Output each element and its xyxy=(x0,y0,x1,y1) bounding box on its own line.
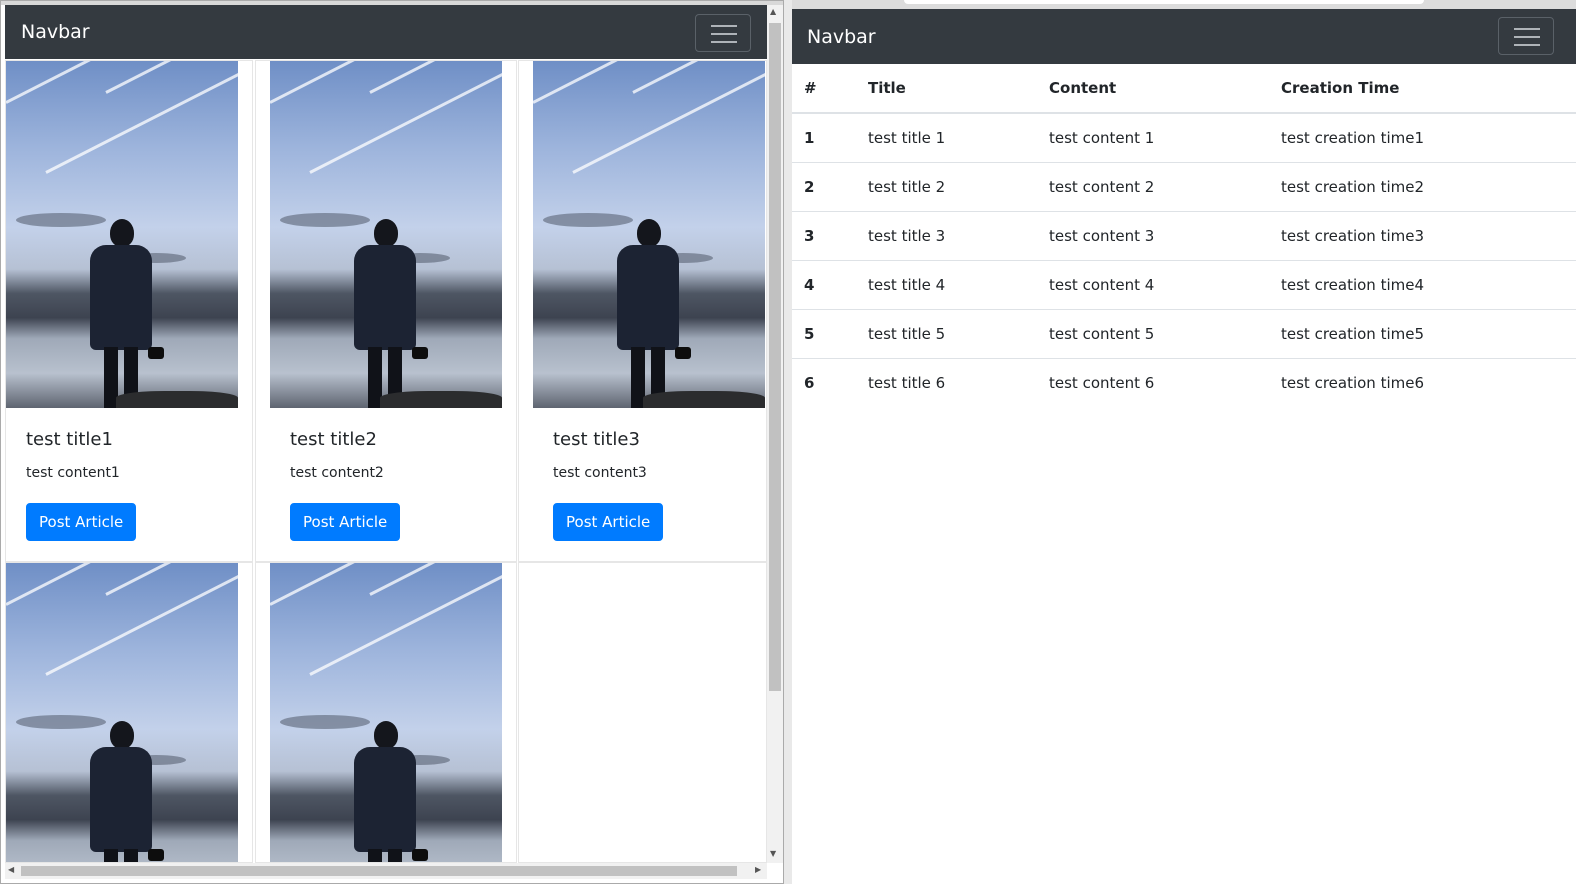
article-card: test title3 test content3 Post Article xyxy=(518,60,767,562)
row-number: 3 xyxy=(792,210,856,260)
row-creation-time: test creation time1 xyxy=(1281,128,1425,147)
left-navbar: Navbar xyxy=(5,5,767,59)
card-title: test title1 xyxy=(26,429,113,450)
column-header-content: Content xyxy=(1037,64,1269,114)
card-image xyxy=(6,563,238,862)
table-row: 3 test title 3 test content 3 test creat… xyxy=(792,210,1576,260)
row-content: test content 5 xyxy=(1037,308,1269,358)
right-navbar: Navbar xyxy=(792,9,1576,64)
vertical-scrollbar[interactable]: ▲ ▼ xyxy=(767,5,783,863)
row-title: test title 5 xyxy=(856,308,1037,358)
person-silhouette xyxy=(348,721,428,862)
navbar-brand[interactable]: Navbar xyxy=(21,21,90,43)
card-title: test title3 xyxy=(553,429,640,450)
article-card xyxy=(5,562,253,863)
row-content: test content 1 xyxy=(1049,128,1155,147)
article-card: test title1 test content1 Post Article xyxy=(5,60,253,562)
card-title: test title2 xyxy=(290,429,377,450)
row-number: 6 xyxy=(792,357,856,407)
row-creation-time: test creation time6 xyxy=(1269,357,1576,407)
scrollbar-thumb[interactable] xyxy=(21,866,737,876)
scroll-down-arrow-icon[interactable]: ▼ xyxy=(770,849,776,858)
row-number: 5 xyxy=(792,308,856,358)
address-bar-edge xyxy=(904,0,1424,4)
hamburger-icon xyxy=(1514,28,1540,30)
row-content: test content 6 xyxy=(1037,357,1269,407)
row-content: test content 2 xyxy=(1037,161,1269,211)
card-image xyxy=(270,563,502,862)
right-browser-window: Navbar # Title Content Creation Time 1 t… xyxy=(792,0,1576,884)
column-header-number: # xyxy=(792,64,856,114)
row-creation-time: test creation time2 xyxy=(1269,161,1576,211)
row-title: test title 4 xyxy=(856,259,1037,309)
card-text: test content2 xyxy=(290,465,384,481)
empty-card-slot xyxy=(518,562,767,863)
row-number: 2 xyxy=(792,161,856,211)
row-title: test title 3 xyxy=(856,210,1037,260)
hamburger-icon xyxy=(711,25,737,27)
row-title: test title 2 xyxy=(856,161,1037,211)
person-silhouette xyxy=(611,219,691,408)
scroll-right-arrow-icon[interactable]: ▶ xyxy=(755,865,761,874)
post-article-button[interactable]: Post Article xyxy=(553,503,664,541)
window-gap xyxy=(784,0,792,884)
horizontal-scrollbar[interactable]: ◀ ▶ xyxy=(5,863,767,879)
row-content: test content 3 xyxy=(1037,210,1269,260)
navbar-toggler-button[interactable] xyxy=(695,14,751,52)
card-image xyxy=(533,61,765,408)
row-title: test title 6 xyxy=(856,357,1037,407)
post-article-button[interactable]: Post Article xyxy=(290,503,401,541)
scroll-up-arrow-icon[interactable]: ▲ xyxy=(770,7,776,16)
table-row: 2 test title 2 test content 2 test creat… xyxy=(792,161,1576,211)
row-creation-time: test creation time5 xyxy=(1269,308,1576,358)
post-article-button[interactable]: Post Article xyxy=(26,503,137,541)
scroll-left-arrow-icon[interactable]: ◀ xyxy=(8,865,14,874)
navbar-toggler-button[interactable] xyxy=(1498,17,1554,55)
row-creation-time: test creation time3 xyxy=(1269,210,1576,260)
table-header-row: # Title Content Creation Time xyxy=(792,64,1576,114)
left-browser-window: Navbar test title1 test content1 Post Ar… xyxy=(0,0,784,884)
table-row: 1 test title 1 test content 1 test creat… xyxy=(792,113,1576,162)
card-text: test content3 xyxy=(553,465,647,481)
article-card: test title2 test content2 Post Article xyxy=(255,60,517,562)
row-content: test content 4 xyxy=(1037,259,1269,309)
row-number: 4 xyxy=(792,259,856,309)
person-silhouette xyxy=(348,219,428,408)
column-header-title: Title xyxy=(856,64,1037,114)
person-silhouette xyxy=(84,721,164,862)
person-silhouette xyxy=(84,219,164,408)
row-number: 1 xyxy=(804,128,815,147)
table-row: 6 test title 6 test content 6 test creat… xyxy=(792,357,1576,407)
table-row: 5 test title 5 test content 5 test creat… xyxy=(792,308,1576,358)
column-header-creation-time: Creation Time xyxy=(1269,64,1576,114)
scrollbar-thumb[interactable] xyxy=(769,23,781,691)
table-row: 4 test title 4 test content 4 test creat… xyxy=(792,259,1576,309)
row-title: test title 1 xyxy=(868,128,946,147)
card-image xyxy=(270,61,502,408)
row-creation-time: test creation time4 xyxy=(1269,259,1576,309)
article-card xyxy=(255,562,517,863)
card-image xyxy=(6,61,238,408)
navbar-brand[interactable]: Navbar xyxy=(807,26,876,48)
card-text: test content1 xyxy=(26,465,120,481)
articles-table: # Title Content Creation Time 1 test tit… xyxy=(792,64,1576,407)
